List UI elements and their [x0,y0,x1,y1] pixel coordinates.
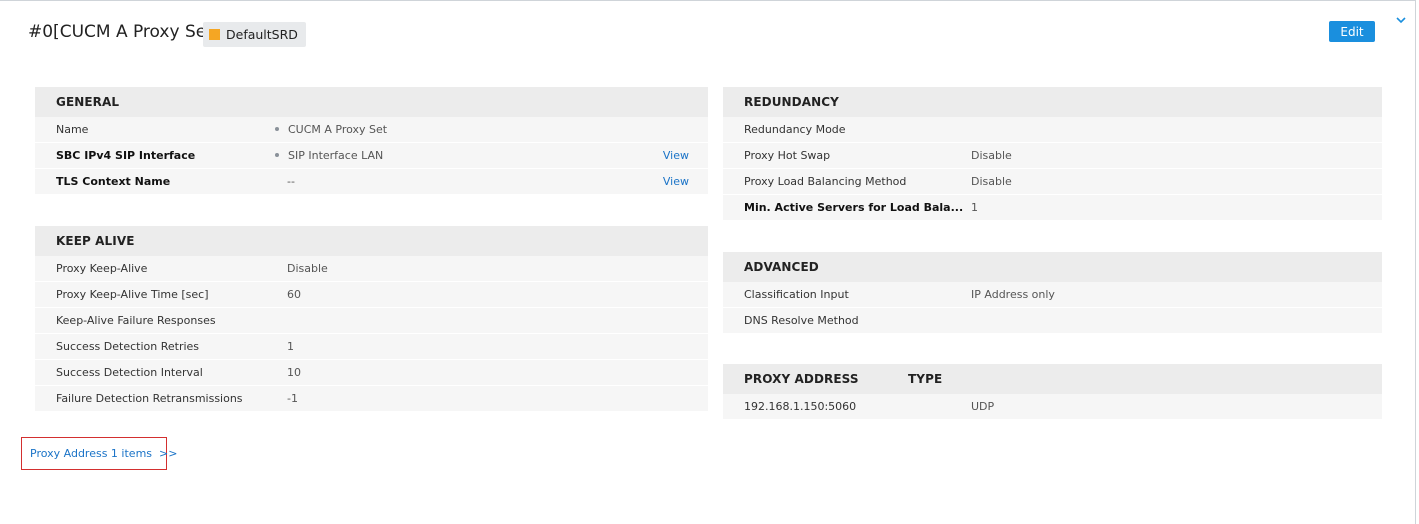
proxy-type-cell: UDP [971,400,995,413]
edit-button[interactable]: Edit [1329,21,1375,42]
row-label: Success Detection Retries [56,340,200,353]
general-section: GENERAL Name CUCM A Proxy Set SBC IPv4 S… [35,87,708,195]
row-value: Disable [971,149,1012,162]
srd-badge-label: DefaultSRD [226,27,298,42]
row-value: IP Address only [971,288,1055,301]
redundancy-section-header: REDUNDANCY [723,87,1382,117]
general-row-tls-context: TLS Context Name -- View [35,169,708,195]
row-label: Proxy Hot Swap [744,149,831,162]
row-value: -1 [287,392,298,405]
table-row: 192.168.1.150:5060 UDP [723,394,1382,420]
row-value: Disable [971,175,1012,188]
row-value: CUCM A Proxy Set [275,123,387,136]
row-label: Keep-Alive Failure Responses [56,314,216,327]
view-tls-context-link[interactable]: View [663,175,689,188]
advanced-section: ADVANCED Classification Input IP Address… [723,252,1382,334]
row-label: DNS Resolve Method [744,314,859,327]
general-row-sip-interface: SBC IPv4 SIP Interface SIP Interface LAN… [35,143,708,169]
page-title: #0[CUCM A Proxy Set] [28,22,220,42]
redundancy-row: Redundancy Mode [723,117,1382,143]
keep-alive-row: Failure Detection Retransmissions -1 [35,386,708,412]
row-value: 10 [287,366,301,379]
advanced-row: DNS Resolve Method [723,308,1382,334]
row-value: SIP Interface LAN [275,149,383,162]
row-value: -- [287,175,295,188]
row-label: Failure Detection Retransmissions [56,392,243,405]
column-header-proxy-address: PROXY ADDRESS [744,372,859,386]
row-label: Proxy Keep-Alive Time [sec] [56,288,209,301]
srd-color-swatch [209,29,220,40]
row-label: TLS Context Name [56,175,171,188]
srd-badge: DefaultSRD [203,22,306,47]
keep-alive-row: Success Detection Interval 10 [35,360,708,386]
row-label: Proxy Load Balancing Method [744,175,907,188]
row-label: Name [56,123,89,136]
keep-alive-section: KEEP ALIVE Proxy Keep-Alive Disable Prox… [35,226,708,412]
proxy-table-header: PROXY ADDRESS TYPE [723,364,1382,394]
row-value: Disable [287,262,328,275]
proxy-address-items-link[interactable]: Proxy Address 1 items >> [21,437,177,470]
redundancy-row: Proxy Hot Swap Disable [723,143,1382,169]
proxy-address-link-label[interactable]: Proxy Address 1 items >> [30,447,177,460]
row-label: SBC IPv4 SIP Interface [56,149,196,162]
keep-alive-row: Success Detection Retries 1 [35,334,708,360]
proxy-address-cell: 192.168.1.150:5060 [744,400,857,413]
redundancy-section: REDUNDANCY Redundancy Mode Proxy Hot Swa… [723,87,1382,221]
general-row-name: Name CUCM A Proxy Set [35,117,708,143]
column-header-type: TYPE [908,372,943,386]
row-value: 1 [971,201,978,214]
row-label: Success Detection Interval [56,366,203,379]
general-section-header: GENERAL [35,87,708,117]
row-label: Min. Active Servers for Load Bala... [744,201,964,214]
keep-alive-row: Proxy Keep-Alive Disable [35,256,708,282]
advanced-section-header: ADVANCED [723,252,1382,282]
keep-alive-section-header: KEEP ALIVE [35,226,708,256]
advanced-row: Classification Input IP Address only [723,282,1382,308]
proxy-address-table: PROXY ADDRESS TYPE 192.168.1.150:5060 UD… [723,364,1382,420]
row-value: 1 [287,340,294,353]
keep-alive-row: Keep-Alive Failure Responses [35,308,708,334]
bullet-icon [275,153,279,157]
bullet-icon [275,127,279,131]
row-value: 60 [287,288,301,301]
keep-alive-row: Proxy Keep-Alive Time [sec] 60 [35,282,708,308]
redundancy-row: Min. Active Servers for Load Bala... 1 [723,195,1382,221]
chevron-down-icon[interactable] [1395,15,1407,25]
row-label: Classification Input [744,288,849,301]
redundancy-row: Proxy Load Balancing Method Disable [723,169,1382,195]
row-label: Redundancy Mode [744,123,846,136]
row-label: Proxy Keep-Alive [56,262,148,275]
view-sip-interface-link[interactable]: View [663,149,689,162]
